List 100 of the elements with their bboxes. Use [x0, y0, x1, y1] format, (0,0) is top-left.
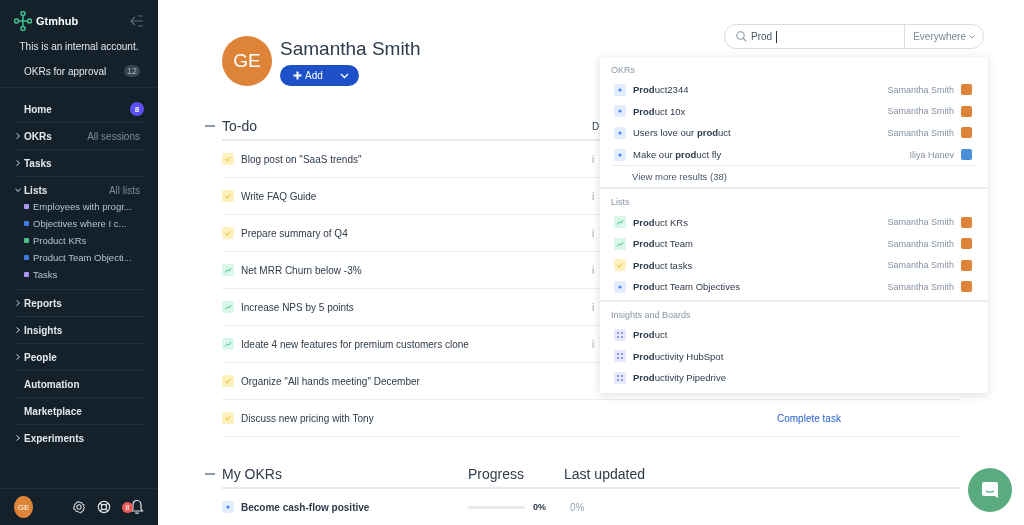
owner-name: Samantha Smith — [887, 128, 954, 138]
owner-name: Samantha Smith — [887, 106, 954, 117]
help-icon[interactable] — [97, 499, 111, 515]
complete-task-link[interactable]: Complete task — [777, 412, 841, 424]
chevron-icon[interactable] — [15, 300, 21, 306]
list-item[interactable]: Objectives where I c... — [33, 218, 127, 229]
search-result[interactable]: Product — [633, 329, 668, 341]
nav-item[interactable]: Experiments — [24, 432, 85, 444]
nav-item[interactable]: OKRs — [24, 130, 52, 142]
column-header: Progress — [468, 466, 526, 482]
list-item[interactable]: Tasks — [33, 269, 58, 280]
trend-icon — [222, 264, 234, 276]
checkmark-icon — [614, 259, 626, 272]
table-cell: i — [592, 264, 595, 276]
search-result[interactable]: Product 10x — [633, 105, 686, 117]
nav-link[interactable]: All lists — [108, 184, 140, 196]
search-result[interactable]: Product Team Objectives — [633, 281, 740, 293]
brand-name: Gtmhub — [36, 15, 79, 27]
collapse-icon[interactable] — [130, 15, 144, 27]
profile-name: Samantha Smith — [280, 37, 421, 61]
nav-item[interactable]: Insights — [24, 324, 63, 336]
chevron-icon[interactable] — [15, 354, 21, 360]
nav-item[interactable]: Tasks — [24, 157, 52, 169]
search-result[interactable]: Productivity HubSpot — [633, 350, 724, 362]
nav-item[interactable]: Reports — [24, 297, 62, 309]
nav-link[interactable]: All sessions — [87, 130, 140, 142]
owner-name: Samantha Smith — [887, 217, 954, 228]
search-result[interactable]: Productivity Pipedrive — [633, 372, 726, 384]
search-result[interactable]: Make our product fly — [633, 149, 722, 161]
table-cell: i — [592, 227, 595, 239]
table-cell: i — [592, 190, 595, 202]
list-item[interactable]: Product KRs — [33, 235, 87, 246]
table-cell-text: 0% — [570, 501, 586, 513]
chevron-icon[interactable] — [15, 327, 21, 333]
task-title[interactable]: Increase NPS by 5 points — [241, 301, 354, 313]
column-header: Last updated — [564, 466, 646, 482]
objective-icon — [614, 105, 626, 118]
owner-name: Samantha Smith — [887, 238, 954, 249]
objective-icon — [614, 148, 626, 161]
chevron-icon[interactable] — [15, 435, 21, 441]
checkmark-icon — [222, 153, 234, 165]
nav-item[interactable]: People — [24, 351, 57, 363]
add-button[interactable]: Add — [280, 65, 359, 86]
group-title: OKRs — [611, 65, 636, 77]
section-title: My OKRs — [222, 466, 283, 482]
task-title[interactable]: Prepare summary of Q4 — [241, 227, 348, 239]
board-icon — [614, 350, 626, 363]
count-badge: 8 — [130, 102, 144, 116]
chevron-icon[interactable] — [15, 187, 21, 193]
task-title[interactable]: Net MRR Churn below -3% — [241, 264, 362, 276]
owner-name: Samantha Smith — [887, 84, 954, 95]
nav-item[interactable]: OKRs for approval — [24, 65, 107, 77]
objective-title[interactable]: Become cash-flow positive — [241, 501, 370, 513]
search-result[interactable]: Product2344 — [633, 84, 689, 96]
objective-icon — [614, 83, 626, 96]
owner-name: Iliya Hanev — [909, 149, 954, 160]
table-cell: i — [592, 301, 595, 313]
board-icon — [614, 371, 626, 384]
checkmark-icon — [222, 375, 234, 387]
checkmark-icon — [222, 190, 234, 202]
objective-icon — [614, 280, 626, 293]
owner-name: Samantha Smith — [887, 281, 954, 292]
list-item[interactable]: Product Team Objecti... — [33, 252, 132, 263]
task-title[interactable]: Discuss new pricing with Tony — [241, 412, 374, 424]
trend-icon — [614, 237, 626, 250]
search-result[interactable]: Product Team — [633, 238, 693, 250]
group-title: Insights and Boards — [611, 309, 692, 322]
trend-icon — [222, 338, 234, 350]
trend-icon — [222, 301, 234, 313]
account-notice: This is an internal account. — [18, 41, 140, 52]
chat-button[interactable] — [968, 468, 1012, 512]
column-header: D — [592, 120, 601, 132]
search-result[interactable]: Users love our product — [633, 127, 731, 139]
nav-item[interactable]: Automation — [24, 378, 80, 390]
search-result[interactable]: Product tasks — [633, 259, 693, 271]
chevron-icon[interactable] — [15, 133, 21, 139]
caret-icon[interactable] — [339, 72, 349, 79]
task-title[interactable]: Organize "All hands meeting" December — [241, 375, 420, 387]
search-result[interactable]: Product KRs — [633, 216, 688, 228]
task-title[interactable]: Blog post on "SaaS trends" — [241, 153, 362, 165]
view-more-link[interactable]: View more results (38) — [632, 171, 727, 183]
trend-icon — [614, 216, 626, 229]
chevron-icon[interactable] — [15, 160, 21, 166]
nav-item[interactable]: Marketplace — [24, 405, 82, 417]
plus-icon — [293, 71, 302, 80]
logo-icon — [14, 11, 32, 31]
table-cell: i — [592, 338, 595, 350]
bell-icon[interactable] — [130, 499, 144, 515]
nav-item[interactable]: Lists — [24, 184, 48, 196]
settings-icon[interactable] — [72, 499, 87, 515]
profile-avatar: GE — [222, 36, 272, 86]
nav-item[interactable]: Home — [24, 103, 52, 115]
chat-icon — [981, 481, 999, 499]
section-title: To-do — [222, 118, 259, 134]
task-title[interactable]: Ideate 4 new features for premium customers clone — [241, 338, 469, 350]
count-badge: 12 — [124, 65, 140, 77]
list-item[interactable]: Employees with progr... — [33, 201, 132, 212]
checkmark-icon — [222, 227, 234, 239]
task-title[interactable]: Write FAQ Guide — [241, 190, 317, 202]
objective-icon — [614, 127, 626, 139]
